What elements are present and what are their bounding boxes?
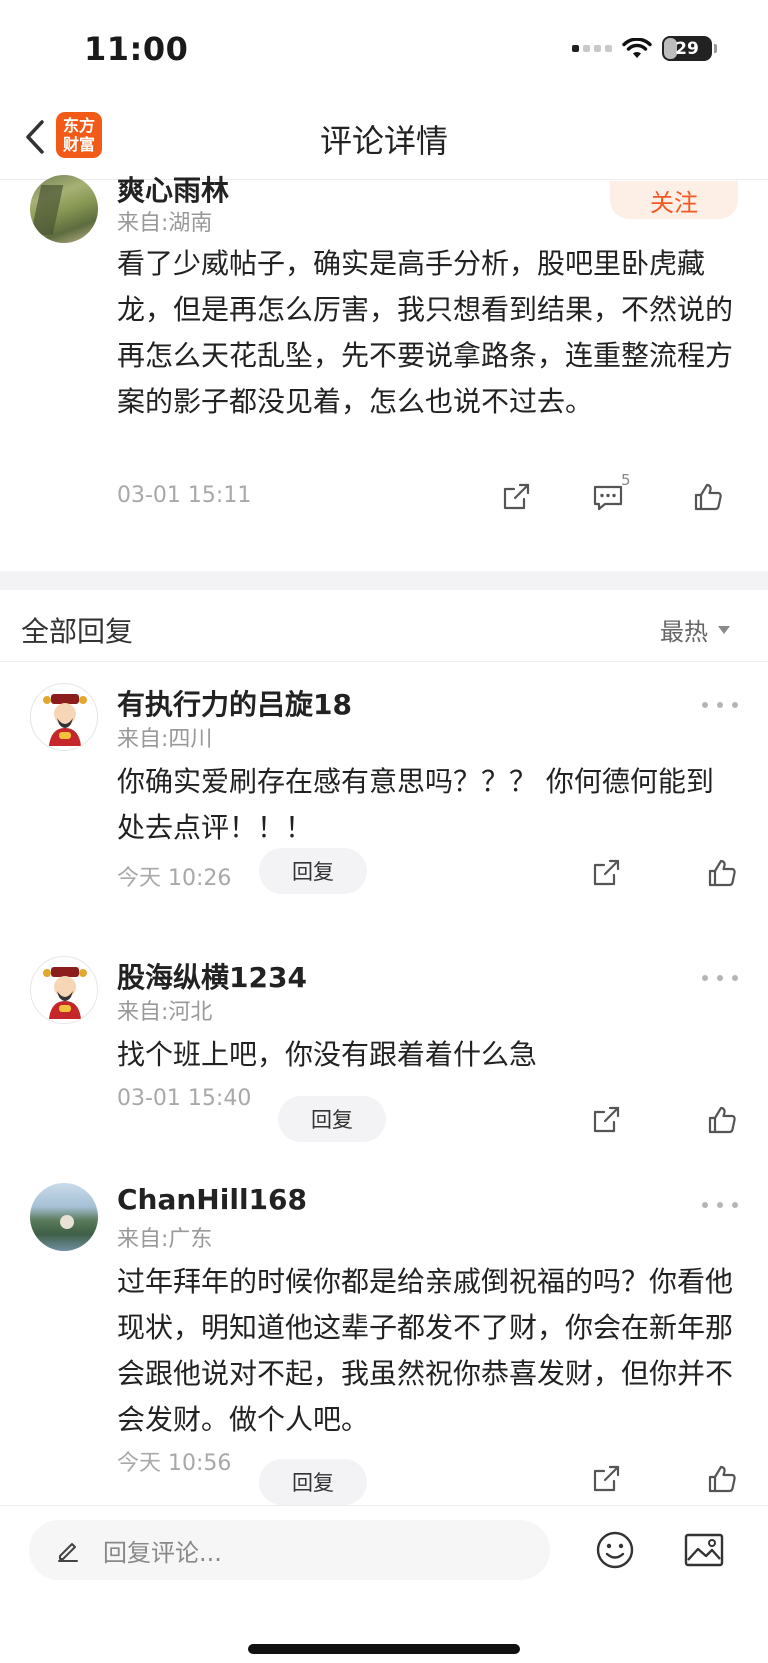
- user-name[interactable]: 有执行力的吕旋18: [117, 683, 352, 723]
- section-divider: [0, 571, 768, 590]
- share-icon: [593, 1106, 620, 1133]
- user-location: 来自:湖南: [117, 211, 213, 236]
- pen-icon: [55, 1537, 81, 1563]
- fortune-god-icon: [43, 967, 87, 1019]
- like-icon: [708, 1106, 736, 1134]
- fortune-god-icon: [43, 694, 87, 746]
- image-icon: [684, 1533, 724, 1567]
- avatar[interactable]: [30, 683, 98, 751]
- page-title: 评论详情: [319, 122, 448, 160]
- status-time: 11:00: [84, 30, 189, 68]
- like-icon: [694, 483, 722, 511]
- replies-title: 全部回复: [21, 615, 134, 648]
- reply-item: 有执行力的吕旋18 来自:四川 你确实爱刷存在感有意思吗？？？ 你何德何能到处去…: [0, 663, 768, 918]
- reply-item: 股海纵横1234 来自:河北 找个班上吧，你没有跟着着什么急 03-01 15:…: [0, 936, 768, 1142]
- like-icon: [708, 1465, 736, 1493]
- reply-time: 今天 10:56: [117, 1451, 232, 1476]
- user-location: 来自:四川: [117, 727, 213, 752]
- like-button[interactable]: [702, 853, 742, 893]
- status-icons: 29: [572, 36, 717, 61]
- avatar[interactable]: [30, 1183, 98, 1251]
- reply-text: 过年拜年的时候你都是给亲戚倒祝福的吗？你看他现状，明知道他这辈子都发不了财，你会…: [117, 1265, 734, 1436]
- reply-button[interactable]: 回复: [259, 848, 367, 894]
- share-button[interactable]: [586, 853, 626, 893]
- like-button[interactable]: [702, 1100, 742, 1140]
- reply-button[interactable]: 回复: [259, 1459, 367, 1505]
- user-name[interactable]: 爽心雨林: [117, 169, 229, 209]
- sort-label: 最热: [660, 618, 708, 646]
- share-icon: [593, 859, 620, 886]
- reply-input-placeholder: 回复评论...: [103, 1538, 222, 1567]
- reply-time: 03-01 15:40: [117, 1086, 252, 1111]
- avatar[interactable]: [30, 956, 98, 1024]
- like-icon: [708, 859, 736, 887]
- home-indicator[interactable]: [248, 1644, 520, 1654]
- battery-percent: 29: [675, 38, 699, 59]
- comment-icon: [593, 485, 623, 511]
- reply-count: 5: [621, 471, 631, 489]
- emoji-icon: [596, 1531, 634, 1569]
- like-button[interactable]: [702, 1459, 742, 1499]
- more-icon: [702, 702, 708, 708]
- nav-bar: 东方 财富 评论详情: [0, 100, 768, 180]
- emoji-button[interactable]: [593, 1528, 637, 1572]
- share-icon: [503, 483, 530, 510]
- reply-input[interactable]: 回复评论...: [29, 1520, 550, 1580]
- reply-text: 找个班上吧，你没有跟着着什么急: [117, 1038, 538, 1071]
- reply-button[interactable]: 回复: [278, 1096, 386, 1142]
- caret-down-icon: [718, 625, 730, 634]
- comment-time: 03-01 15:11: [117, 483, 252, 508]
- more-icon: [702, 1202, 708, 1208]
- reply-time: 今天 10:26: [117, 866, 232, 891]
- user-location: 来自:河北: [117, 1000, 213, 1025]
- user-name[interactable]: 股海纵横1234: [117, 956, 307, 996]
- user-location: 来自:广东: [117, 1227, 213, 1252]
- follow-button[interactable]: 关注: [610, 181, 738, 219]
- user-name[interactable]: ChanHill168: [117, 1183, 307, 1216]
- bottom-bar: 回复评论...: [0, 1505, 768, 1663]
- share-button[interactable]: [586, 1459, 626, 1499]
- battery-icon: 29: [662, 36, 717, 61]
- like-button[interactable]: [688, 477, 728, 517]
- share-icon: [593, 1465, 620, 1492]
- sort-dropdown[interactable]: 最热: [660, 612, 730, 647]
- cellular-signal-icon: [572, 45, 612, 52]
- image-button[interactable]: [682, 1528, 726, 1572]
- reply-item: ChanHill168 来自:广东 过年拜年的时候你都是给亲戚倒祝福的吗？你看他…: [0, 1163, 768, 1505]
- more-button[interactable]: [702, 697, 738, 713]
- comment-text: 看了少威帖子，确实是高手分析，股吧里卧虎藏龙，但是再怎么厉害，我只想看到结果，不…: [117, 247, 734, 418]
- more-button[interactable]: [702, 970, 738, 986]
- wifi-icon: [622, 37, 652, 58]
- share-button[interactable]: [586, 1100, 626, 1140]
- more-icon: [702, 975, 708, 981]
- status-bar: 11:00 29: [0, 0, 768, 100]
- main-comment: 爽心雨林 来自:湖南 关注 看了少威帖子，确实是高手分析，股吧里卧虎藏龙，但是再…: [0, 174, 768, 571]
- share-button[interactable]: [496, 477, 536, 517]
- replies-header: 全部回复 最热: [0, 592, 768, 662]
- more-button[interactable]: [702, 1197, 738, 1213]
- avatar[interactable]: [30, 175, 98, 243]
- reply-text: 你确实爱刷存在感有意思吗？？？ 你何德何能到处去点评！！！: [117, 765, 714, 844]
